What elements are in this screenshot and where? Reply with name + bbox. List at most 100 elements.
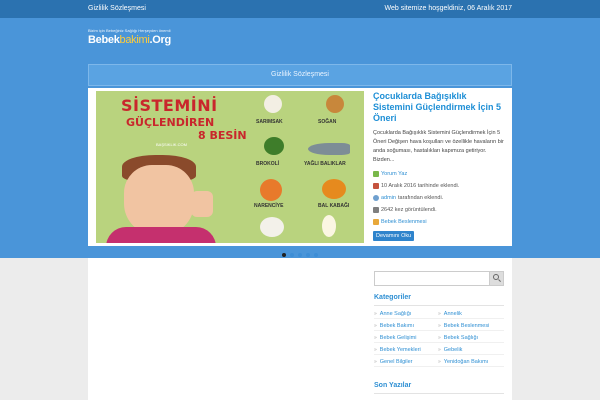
chart-icon — [373, 207, 379, 213]
onion-icon — [326, 95, 344, 113]
chevron-right-icon: » — [438, 347, 441, 353]
food-label-fish: YAĞLI BALIKLAR — [304, 161, 346, 167]
calendar-icon — [373, 183, 379, 189]
category-item[interactable]: » Gebelik — [438, 346, 504, 355]
category-item[interactable]: » Bebek Gelişimi — [374, 334, 438, 343]
category-item[interactable]: » Bebek Yemekleri — [374, 346, 438, 355]
welcome-text: Web sitemize hoşgeldiniz, 06 Aralık 2017 — [384, 5, 513, 12]
logo-brand: Bebekbakimi.Org — [88, 34, 171, 46]
meta-views: 2642 kez görüntülendi. — [373, 207, 508, 213]
chevron-right-icon: » — [374, 323, 377, 329]
category-item[interactable]: » Bebek Bakımı — [374, 322, 438, 331]
slide-excerpt: Çocuklarda Bağışıklık Sistemini Güçlendi… — [373, 130, 504, 163]
meta-author: admin tarafından eklendi. — [373, 195, 508, 201]
slider-dot-5[interactable] — [314, 253, 318, 257]
category-label: Bebek Sağlığı — [443, 335, 479, 341]
logo-tagline: Bizim için Bebeğiniz Sağlığı Herşeyden ö… — [88, 28, 171, 33]
category-label: Yenidoğan Bakımı — [443, 359, 489, 365]
category-item[interactable]: » Yenidoğan Bakımı — [438, 358, 504, 367]
category-item[interactable]: » Annelik — [438, 310, 504, 319]
food-label-pumpkin: BAL KABAĞI — [318, 203, 350, 209]
read-more-button[interactable]: Devamını Oku — [373, 231, 415, 241]
category-list: » Anne Sağlığı » Annelik » Bebek Bakımı » Be… — [374, 310, 504, 367]
thumbs-up-icon — [191, 191, 213, 217]
slide-image-title-3: 8 BESİN — [198, 129, 247, 142]
category-label: Bebek Bakımı — [379, 323, 415, 329]
slide-image[interactable]: SİSTEMİNİ GÜÇLENDİREN 8 BESİN BAŞSIKLIK.… — [96, 91, 364, 243]
illustration-face — [124, 165, 194, 235]
chevron-right-icon: » — [374, 311, 377, 317]
date-added: 10 Aralık 2016 tarihinde eklendi. — [381, 183, 460, 189]
categories-title: Kategoriler — [374, 294, 411, 301]
author-link[interactable]: admin — [381, 195, 396, 201]
food-label-citrus: NARENCİYE — [254, 203, 284, 209]
comment-link[interactable]: Yorum Yaz — [381, 171, 407, 177]
slide-title[interactable]: Çocuklarda Bağışıklık Sistemini Güçlendi… — [373, 91, 508, 124]
chevron-right-icon: » — [374, 359, 377, 365]
comment-icon — [373, 171, 379, 177]
food-label-garlic: SARIMSAK — [256, 119, 283, 125]
pumpkin-icon — [322, 179, 346, 199]
meta-category: Bebek Beslenmesi — [373, 219, 508, 225]
nav-item-privacy[interactable]: Gizlilik Sözleşmesi — [271, 71, 329, 78]
chevron-right-icon: » — [438, 335, 441, 341]
orange-icon — [260, 179, 282, 201]
yogurt-icon — [260, 217, 284, 237]
chevron-right-icon: » — [438, 311, 441, 317]
category-link[interactable]: Bebek Beslenmesi — [381, 219, 427, 225]
author-suffix: tarafından eklendi. — [397, 195, 444, 201]
fish-icon — [308, 143, 350, 155]
main-content — [88, 258, 368, 400]
chevron-right-icon: » — [374, 347, 377, 353]
folder-icon — [373, 219, 379, 225]
slide-text: Çocuklarda Bağışıklık Sistemini Güçlendi… — [373, 91, 508, 241]
privacy-link[interactable]: Gizlilik Sözleşmesi — [88, 5, 146, 12]
top-bar: Gizlilik Sözleşmesi Web sitemize hoşgeld… — [0, 0, 600, 18]
meta-comments: Yorum Yaz — [373, 171, 508, 177]
garlic-icon — [264, 95, 282, 113]
sidebar: Kategoriler » Anne Sağlığı » Annelik » Bebe… — [368, 258, 512, 400]
featured-slider: SİSTEMİNİ GÜÇLENDİREN 8 BESİN BAŞSIKLIK.… — [88, 88, 512, 246]
category-label: Gebelik — [443, 347, 463, 353]
slider-dot-2[interactable] — [290, 253, 294, 257]
category-item[interactable]: » Bebek Beslenmesi — [438, 322, 504, 331]
slider-dots — [282, 253, 318, 257]
meta-date: 10 Aralık 2016 tarihinde eklendi. — [373, 183, 508, 189]
illustration-shirt — [106, 227, 216, 243]
food-label-broccoli: BROKOLİ — [256, 161, 280, 167]
logo-brand-main: Bebek — [88, 34, 120, 46]
divider — [374, 305, 504, 306]
slider-dot-3[interactable] — [298, 253, 302, 257]
slider-dot-1[interactable] — [282, 253, 286, 257]
search-button[interactable] — [489, 272, 503, 285]
slide-image-title-1: SİSTEMİNİ — [121, 96, 218, 115]
food-label-onion: SOĞAN — [318, 119, 337, 125]
category-label: Bebek Gelişimi — [379, 335, 417, 341]
site-logo[interactable]: Bizim için Bebeğiniz Sağlığı Herşeyden ö… — [88, 28, 171, 46]
logo-brand-tld: .Org — [149, 34, 172, 46]
search-box — [374, 271, 504, 286]
chevron-right-icon: » — [374, 335, 377, 341]
chevron-right-icon: » — [438, 359, 441, 365]
category-label: Bebek Yemekleri — [379, 347, 421, 353]
category-label: Anne Sağlığı — [379, 311, 412, 317]
egg-icon — [322, 215, 336, 237]
chevron-right-icon: » — [438, 323, 441, 329]
slide-image-title-2: GÜÇLENDİREN — [126, 116, 215, 129]
views-count: 2642 kez görüntülendi. — [381, 207, 437, 213]
main-nav: Gizlilik Sözleşmesi — [88, 64, 512, 86]
user-icon — [373, 195, 379, 201]
broccoli-icon — [264, 137, 284, 155]
category-item[interactable]: » Anne Sağlığı — [374, 310, 438, 319]
slide-image-site: BAŞSIKLIK.COM — [156, 142, 187, 147]
category-item[interactable]: » Bebek Sağlığı — [438, 334, 504, 343]
category-item[interactable]: » Genel Bilgiler — [374, 358, 438, 367]
category-label: Annelik — [443, 311, 462, 317]
slider-dot-4[interactable] — [306, 253, 310, 257]
recent-posts-title: Son Yazılar — [374, 382, 412, 389]
category-label: Bebek Beslenmesi — [443, 323, 490, 329]
logo-brand-highlight: bakimi — [119, 34, 150, 46]
category-label: Genel Bilgiler — [379, 359, 413, 365]
search-input[interactable] — [377, 272, 489, 284]
divider — [374, 393, 504, 394]
